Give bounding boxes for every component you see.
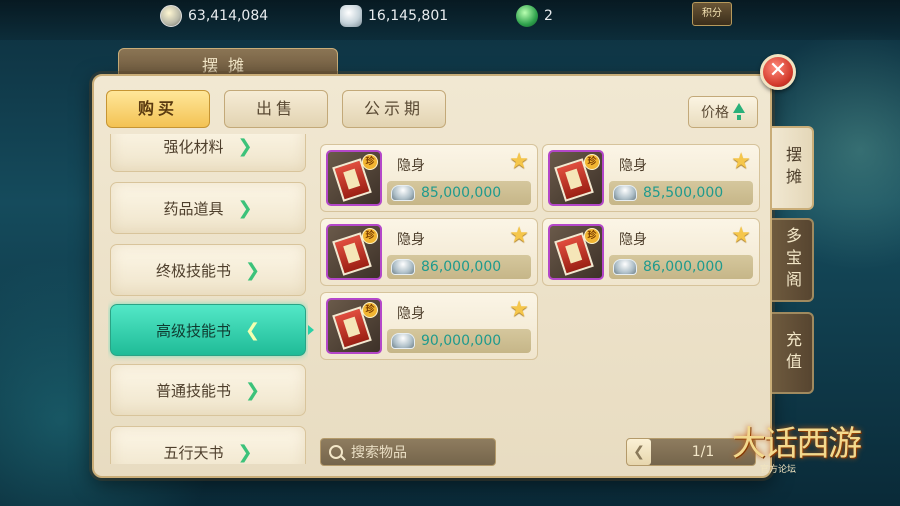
item-name: 隐身 [619,232,647,248]
points-button[interactable]: 积分 [692,2,732,26]
price-bar: 86,000,000 [609,255,753,279]
search-box[interactable]: 搜索物品 [320,438,496,466]
rare-badge: 珍 [362,228,378,244]
listing-card[interactable]: 珍 隐身 ★ 86,000,000 [320,218,538,286]
favorite-star-icon[interactable]: ★ [731,223,751,248]
item-price: 86,000,000 [421,259,502,275]
category-label: 药品道具 [163,199,224,218]
category-item[interactable]: 终极技能书 ❯ [110,244,306,296]
chevron-right-icon: ❯ [244,379,261,401]
item-price: 85,500,000 [643,185,724,201]
skill-book-icon: 珍 [326,298,382,354]
coin-amount: 63,414,084 [188,8,269,24]
rare-badge: 珍 [584,154,600,170]
side-tab-stall[interactable]: 摆摊 [772,126,814,210]
favorite-star-icon[interactable]: ★ [509,297,529,322]
prev-page-button[interactable]: ❮ [627,439,651,465]
jade-display: 2 [516,4,553,28]
jade-icon [516,5,538,27]
silver-ingot-icon [340,5,362,27]
silver-amount: 16,145,801 [368,8,449,24]
rare-badge: 珍 [362,302,378,318]
close-button[interactable]: ✕ [760,54,796,90]
category-label: 普通技能书 [155,381,231,400]
silver-ingot-icon [391,259,415,275]
favorite-star-icon[interactable]: ★ [731,149,751,174]
tab-public-period[interactable]: 公示期 [342,90,446,128]
price-bar: 85,000,000 [387,181,531,205]
search-input[interactable]: 搜索物品 [351,442,407,462]
jade-amount: 2 [544,8,553,24]
item-price: 90,000,000 [421,333,502,349]
chevron-right-icon: ❯ [244,259,261,281]
side-tab-treasure-pavilion[interactable]: 多宝阁 [772,218,814,302]
tab-buy[interactable]: 购买 [106,90,210,128]
skill-book-icon: 珍 [326,224,382,280]
chevron-right-icon: ❯ [237,441,253,463]
coin-icon [160,5,182,27]
category-label: 强化材料 [163,137,224,156]
silver-ingot-icon [613,185,637,201]
tab-sell[interactable]: 出售 [224,90,328,128]
selection-pointer-icon [308,325,314,335]
category-item[interactable]: 药品道具 ❯ [110,182,306,234]
item-price: 86,000,000 [643,259,724,275]
category-item[interactable]: 五行天书 ❯ [110,426,306,464]
silver-ingot-icon [613,259,637,275]
rare-badge: 珍 [362,154,378,170]
side-tab-recharge[interactable]: 充值 [772,312,814,394]
category-label: 五行天书 [163,443,224,462]
category-item-active[interactable]: 高级技能书 ❮ [110,304,306,356]
price-bar: 90,000,000 [387,329,531,353]
price-bar: 86,000,000 [387,255,531,279]
silver-ingot-icon [391,333,415,349]
item-name: 隐身 [397,232,425,248]
category-item[interactable]: 强化材料 ❯ [110,134,306,172]
favorite-star-icon[interactable]: ★ [509,149,529,174]
category-label: 终极技能书 [155,261,231,280]
listing-card[interactable]: 珍 隐身 ★ 85,000,000 [320,144,538,212]
item-name: 隐身 [619,158,647,174]
arrow-up-icon [733,102,745,120]
game-logo: 大话西游 [732,424,862,464]
sort-by-price-button[interactable]: 价格 [688,96,758,128]
close-icon: ✕ [768,58,788,83]
chevron-right-icon: ❯ [237,135,253,157]
listing-card[interactable]: 珍 隐身 ★ 85,500,000 [542,144,760,212]
listing-card[interactable]: 珍 隐身 ★ 90,000,000 [320,292,538,360]
silver-display: 16,145,801 [340,4,448,28]
rare-badge: 珍 [584,228,600,244]
search-icon [329,445,343,459]
category-list[interactable]: 强化材料 ❯ 药品道具 ❯ 终极技能书 ❯ 高级技能书 ❮ 普通技能书 ❯ 五行… [108,134,308,464]
currency-bar: 63,414,084 16,145,801 2 积分 [0,0,900,32]
coin-display: 63,414,084 [160,4,268,28]
favorite-star-icon[interactable]: ★ [509,223,529,248]
category-label: 高级技能书 [155,321,231,340]
item-name: 隐身 [397,306,425,322]
price-bar: 85,500,000 [609,181,753,205]
skill-book-icon: 珍 [548,224,604,280]
sort-label: 价格 [701,105,729,121]
listing-card[interactable]: 珍 隐身 ★ 86,000,000 [542,218,760,286]
category-item[interactable]: 普通技能书 ❯ [110,364,306,416]
item-name: 隐身 [397,158,425,174]
chevron-left-icon: ❮ [244,319,261,341]
item-price: 85,000,000 [421,185,502,201]
game-logo-subtitle: 官方论坛 [760,465,797,475]
skill-book-icon: 珍 [548,150,604,206]
skill-book-icon: 珍 [326,150,382,206]
silver-ingot-icon [391,185,415,201]
chevron-right-icon: ❯ [237,197,253,219]
